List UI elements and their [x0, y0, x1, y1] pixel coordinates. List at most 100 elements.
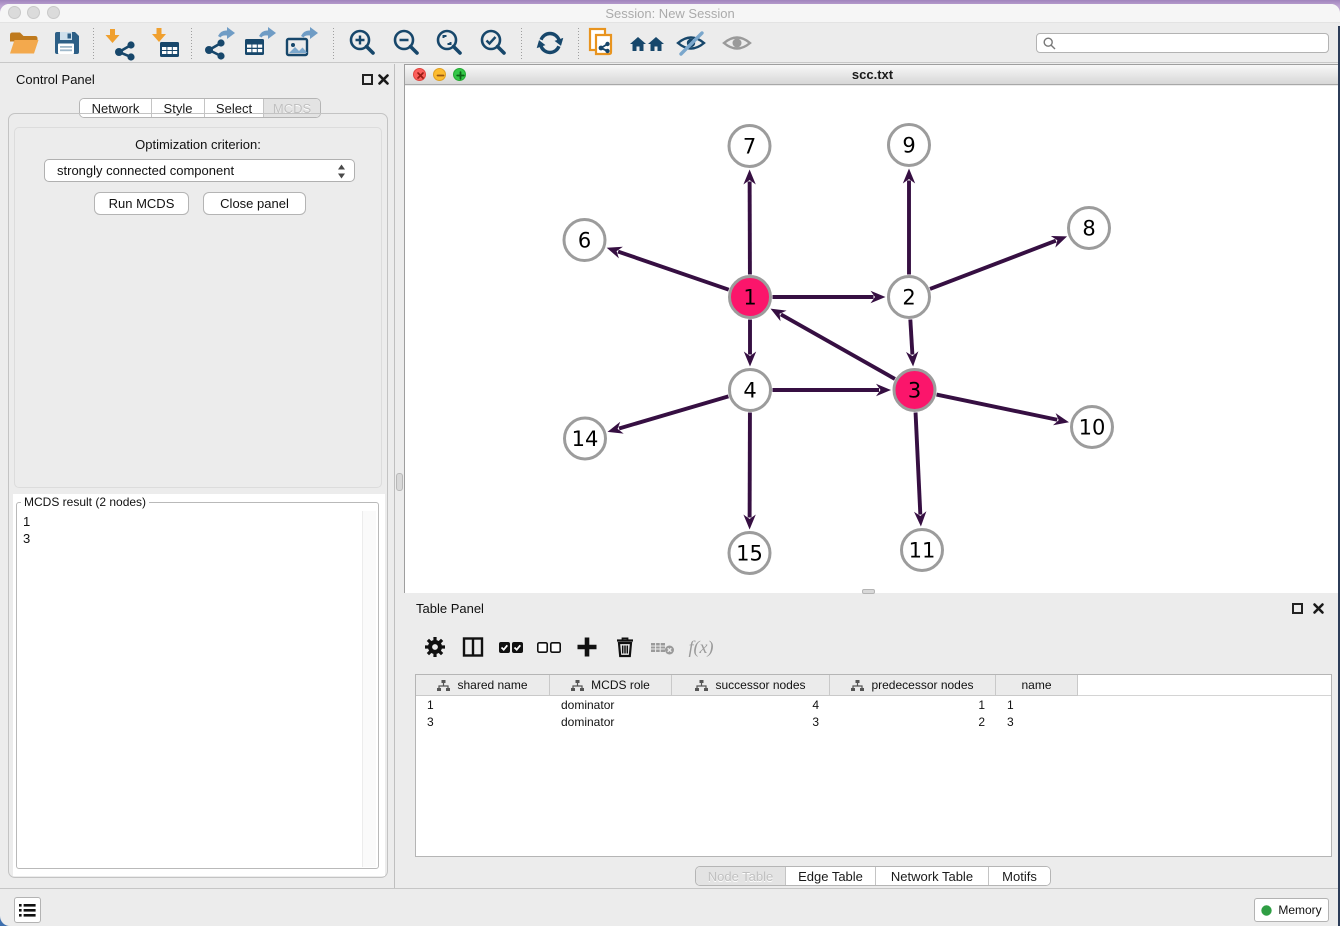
refresh-button[interactable] [531, 24, 569, 62]
table-panel-close-button[interactable] [1312, 602, 1325, 615]
table-cell[interactable]: 2 [830, 714, 996, 731]
window-titlebar: Session: New Session [0, 4, 1340, 23]
column-type-icon [571, 680, 584, 691]
tab-motifs[interactable]: Motifs [988, 867, 1050, 885]
column-header-name[interactable]: name [996, 675, 1078, 696]
tab-node-table[interactable]: Node Table [696, 867, 785, 885]
table-panel-title: Table Panel [416, 601, 484, 616]
table-cell[interactable]: dominator [550, 697, 672, 714]
select-all-columns-button[interactable] [492, 631, 530, 663]
hide-selected-button[interactable] [672, 24, 710, 62]
table-row[interactable]: 3dominator323 [416, 714, 1078, 731]
add-column-icon [575, 635, 599, 659]
export-table-button[interactable] [241, 24, 279, 62]
optimization-criterion-label: Optimization criterion: [9, 137, 387, 152]
show-all-button[interactable] [718, 24, 756, 62]
horizontal-splitter-handle[interactable] [862, 589, 875, 594]
task-history-button[interactable] [14, 897, 41, 923]
control-panel-close-button[interactable] [377, 73, 390, 86]
table-options-gear-button[interactable] [416, 631, 454, 663]
table-panel: Table Panel [404, 593, 1340, 888]
zoom-selected-icon [475, 25, 511, 61]
edge-4-14[interactable] [619, 396, 728, 428]
zoom-in-icon [344, 25, 380, 61]
table-cell[interactable]: dominator [550, 714, 672, 731]
network-window-titlebar: scc.txt [405, 65, 1340, 85]
tab-edge-table[interactable]: Edge Table [785, 867, 875, 885]
first-neighbors-button[interactable] [628, 24, 666, 62]
function-builder-icon: f(x) [689, 637, 714, 658]
column-header-predecessor-nodes[interactable]: predecessor nodes [830, 675, 996, 696]
zoom-in-button[interactable] [343, 24, 381, 62]
main-toolbar [0, 24, 1340, 63]
graph-node-label-6: 6 [578, 229, 591, 253]
delete-column-button[interactable] [606, 631, 644, 663]
control-panel-float-button[interactable] [362, 74, 373, 85]
table-cell[interactable]: 3 [996, 714, 1078, 731]
zoom-selected-button[interactable] [474, 24, 512, 62]
run-mcds-button[interactable]: Run MCDS [94, 192, 189, 215]
mcds-result-panel: MCDS result (2 nodes) 13 [13, 494, 385, 876]
tab-network-table[interactable]: Network Table [875, 867, 988, 885]
show-column-icon [461, 635, 485, 659]
table-header-row: shared nameMCDS rolesuccessor nodes prede… [416, 675, 1331, 696]
result-scrollbar[interactable] [362, 511, 376, 867]
vertical-splitter-handle[interactable] [396, 473, 403, 491]
memory-button[interactable]: Memory [1254, 898, 1329, 922]
graph-node-label-2: 2 [902, 286, 915, 310]
refresh-icon [532, 25, 568, 61]
table-cell[interactable]: 4 [672, 697, 830, 714]
zoom-out-button[interactable] [387, 24, 425, 62]
toolbar-separator [333, 28, 334, 59]
table-cell[interactable]: 1 [830, 697, 996, 714]
toolbar-separator [521, 28, 522, 59]
search-field[interactable] [1036, 33, 1329, 53]
new-network-from-selection-button[interactable] [583, 24, 621, 62]
edge-3-1[interactable] [781, 314, 895, 378]
edge-1-6[interactable] [618, 252, 729, 290]
table-cell[interactable]: 3 [672, 714, 830, 731]
column-header-MCDS-role[interactable]: MCDS role [550, 675, 672, 696]
table-cell[interactable]: 3 [416, 714, 550, 731]
criterion-select[interactable]: strongly connected component [44, 159, 355, 182]
function-builder-button[interactable]: f(x) [682, 631, 720, 663]
export-network-icon [201, 25, 237, 61]
show-column-button[interactable] [454, 631, 492, 663]
mcds-result-item[interactable]: 1 [23, 513, 377, 530]
unselect-all-columns-icon [536, 635, 562, 659]
table-cell[interactable]: 1 [996, 697, 1078, 714]
network-canvas[interactable]: 1234678910111415 [405, 86, 1340, 593]
toolbar-separator [93, 28, 94, 59]
save-session-button[interactable] [47, 24, 85, 62]
edge-2-8[interactable] [930, 241, 1056, 289]
import-network-button[interactable] [101, 24, 139, 62]
search-input[interactable] [1061, 36, 1328, 50]
column-header-shared-name[interactable]: shared name [416, 675, 550, 696]
node-table: shared nameMCDS rolesuccessor nodes prede… [415, 674, 1332, 857]
select-all-columns-icon [498, 635, 524, 659]
mcds-result-item[interactable]: 3 [23, 530, 377, 547]
table-cell[interactable]: 1 [416, 697, 550, 714]
export-image-button[interactable] [283, 24, 321, 62]
export-network-button[interactable] [200, 24, 238, 62]
open-session-button[interactable] [4, 24, 42, 62]
add-column-button[interactable] [568, 631, 606, 663]
column-header-label: predecessor nodes [871, 678, 973, 692]
table-row[interactable]: 1dominator411 [416, 697, 1078, 714]
column-header-successor-nodes[interactable]: successor nodes [672, 675, 830, 696]
unselect-all-columns-button[interactable] [530, 631, 568, 663]
new-network-from-selection-icon [584, 25, 620, 61]
import-table-icon [146, 25, 182, 61]
mcds-result-list[interactable]: 13 [19, 511, 377, 867]
import-table-button[interactable] [145, 24, 183, 62]
table-panel-float-button[interactable] [1292, 603, 1303, 614]
delete-table-button[interactable] [644, 631, 682, 663]
zoom-fit-button[interactable] [430, 24, 468, 62]
edge-2-3[interactable] [910, 319, 912, 354]
zoom-out-icon [388, 25, 424, 61]
edge-3-10[interactable] [937, 395, 1058, 420]
mcds-tab-content: Optimization criterion: strongly connect… [8, 113, 388, 878]
close-panel-button[interactable]: Close panel [203, 192, 306, 215]
memory-label: Memory [1278, 903, 1321, 917]
edge-3-11[interactable] [916, 412, 921, 514]
